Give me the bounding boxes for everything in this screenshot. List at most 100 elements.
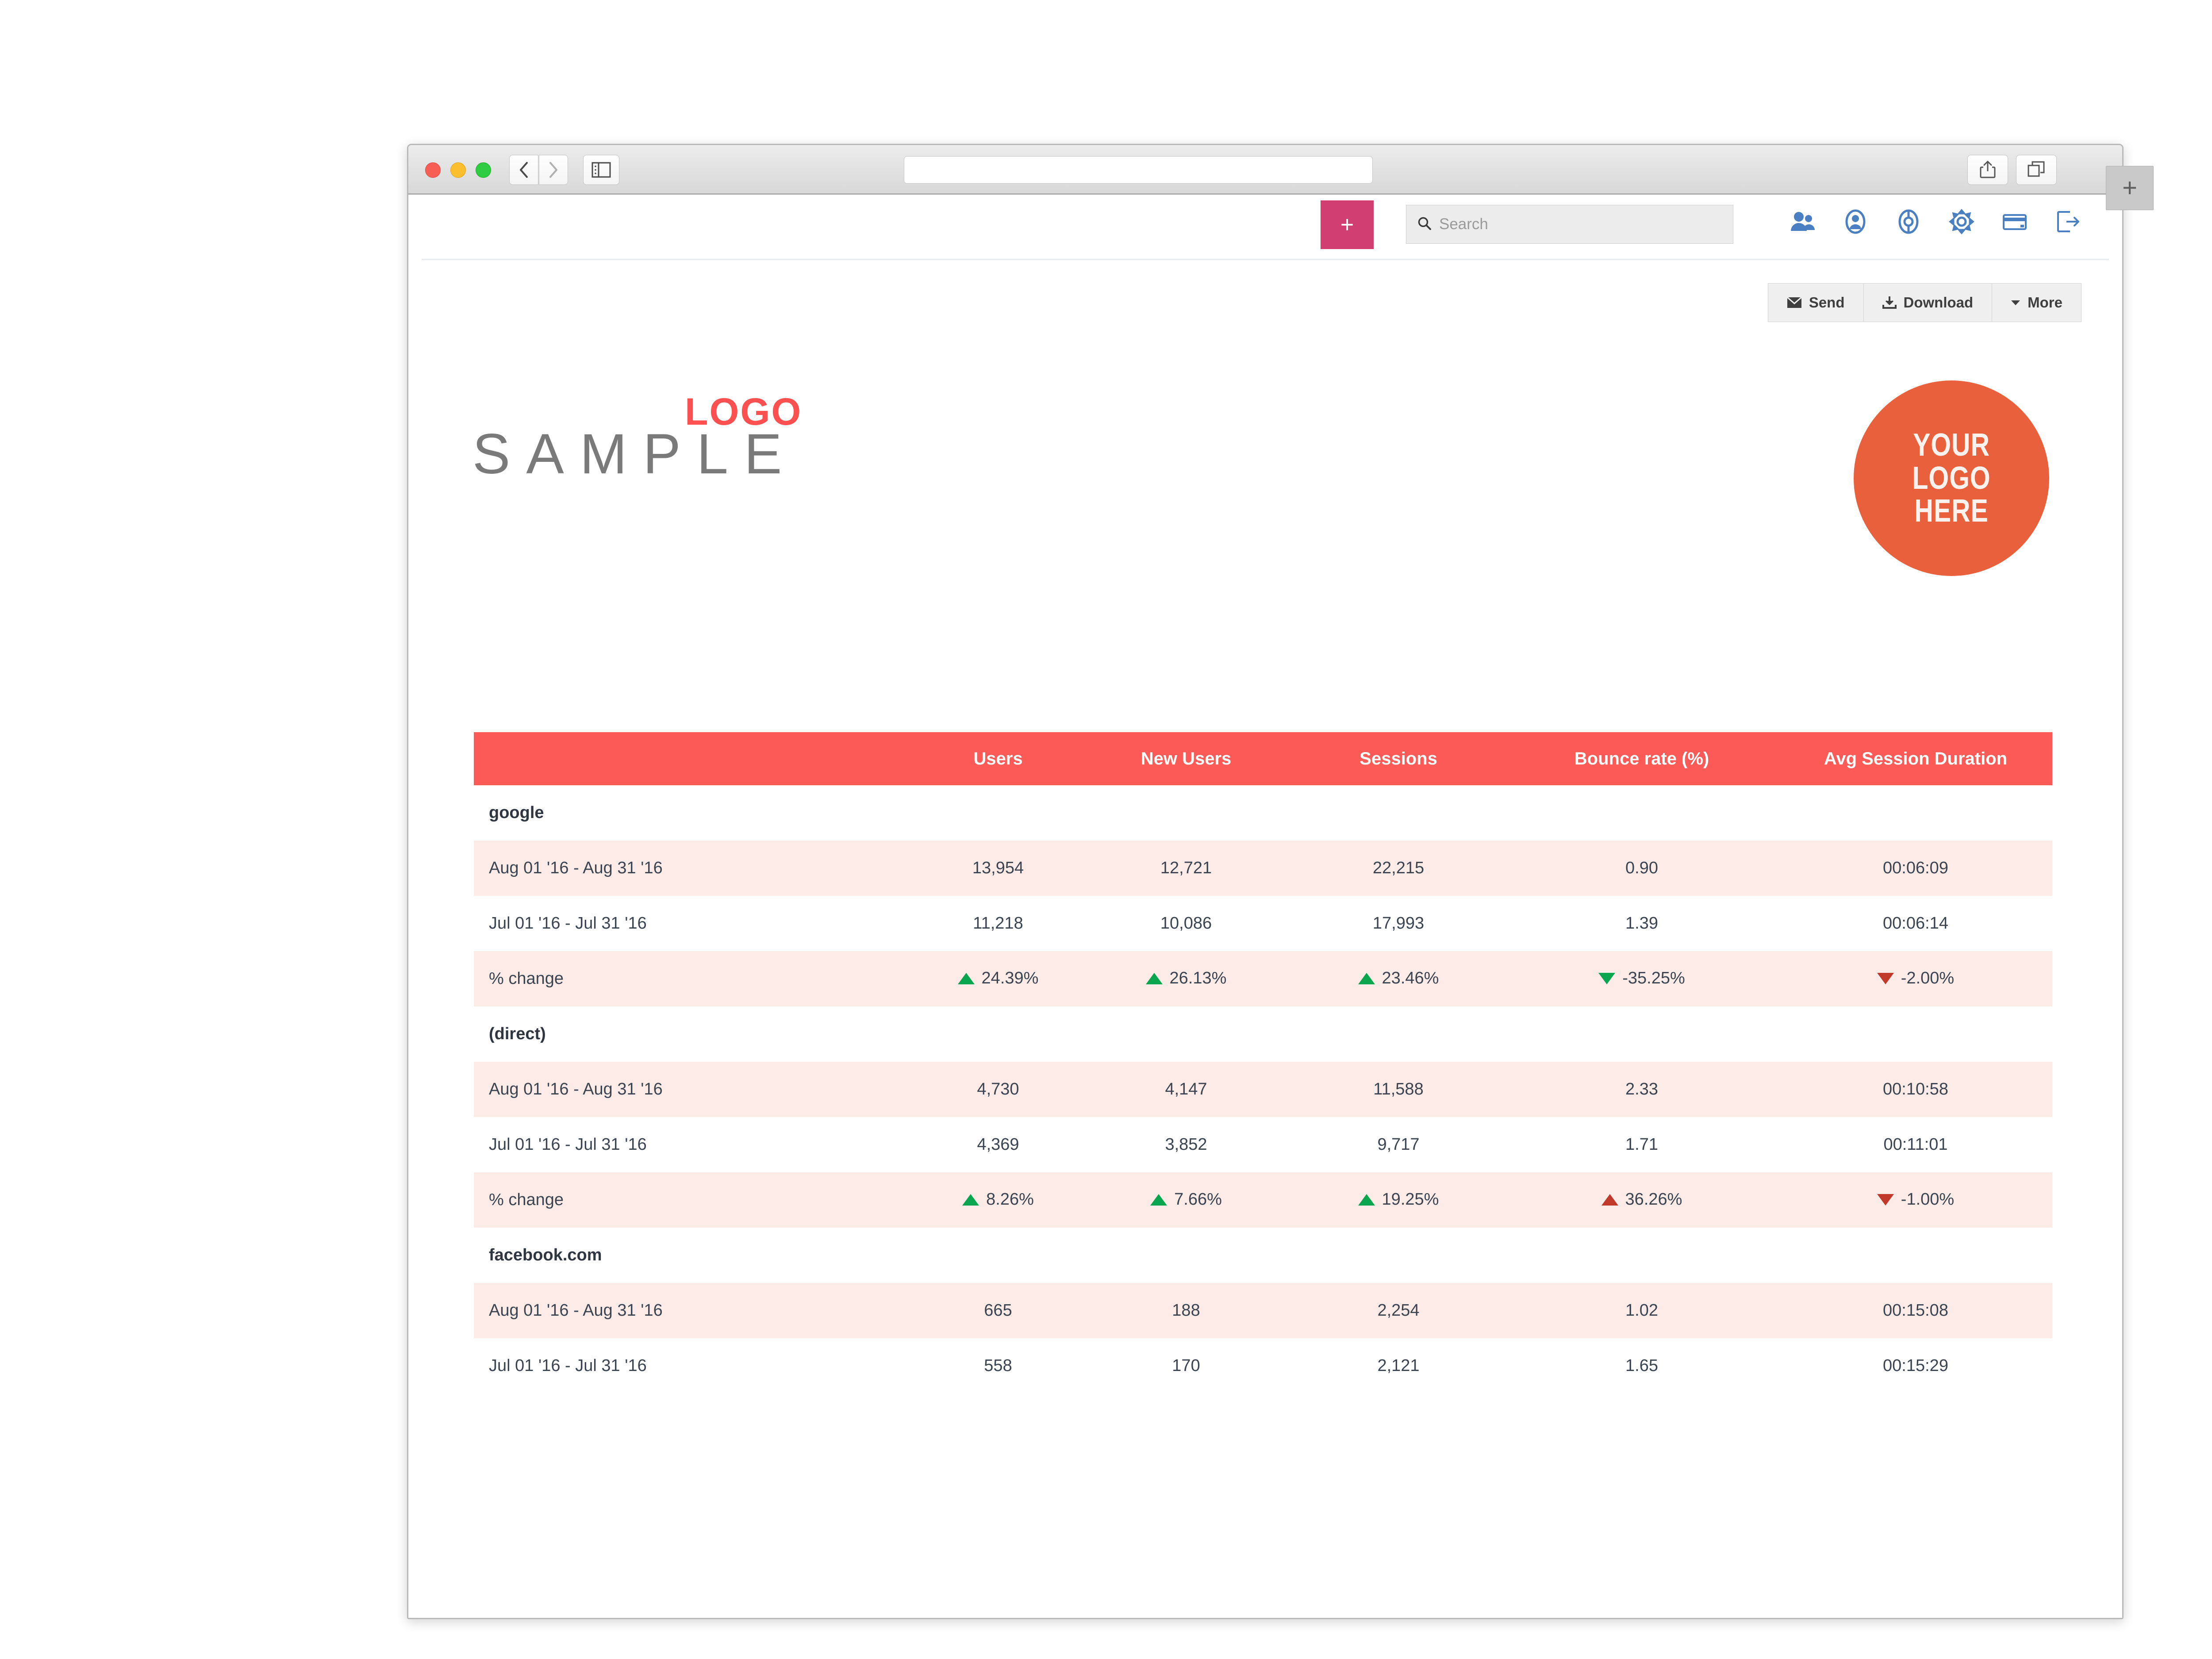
table-row-label: Jul 01 '16 - Jul 31 '16 [489,1356,647,1375]
download-icon [1882,296,1897,309]
table-cell-sessions: 9,717 [1377,1135,1420,1154]
table-cell-duration: 00:15:08 [1883,1301,1948,1320]
add-button[interactable]: + [1321,200,1374,249]
table-row: Aug 01 '16 - Aug 31 '16 13,954 12,721 22,21… [474,841,2052,896]
delta-value: -1.00% [1901,1190,1955,1209]
table-cell-bounce: 1.65 [1625,1356,1658,1375]
tab-overview-icon [2027,160,2046,180]
table-row-label: Jul 01 '16 - Jul 31 '16 [489,1135,647,1154]
share-button[interactable] [1967,155,2008,185]
table-cell-new-users: 3,852 [1165,1135,1207,1154]
download-label: Download [1903,294,1974,311]
chevron-down-icon [2011,299,2020,306]
delta-value: -35.25% [1622,969,1685,988]
tab-overview-button[interactable] [2016,155,2057,185]
delta-value: 23.46% [1382,969,1439,988]
table-group-label: facebook.com [489,1246,602,1264]
table-body: google Aug 01 '16 - Aug 31 '16 13,954 12,72… [474,785,2052,1394]
settings-gear-icon[interactable] [1948,208,1975,235]
table-group-row: google [474,785,2052,841]
table-cell-duration: -2.00% [1779,969,2052,989]
new-tab-button[interactable]: + [2106,166,2154,210]
table-cell-bounce: 1.02 [1625,1301,1658,1320]
trend-up-icon [962,1194,979,1206]
table-row: % change 8.26% 7.66% 19.25% 36.26% -1.00% [474,1172,2052,1228]
table-cell-new-users: 12,721 [1160,859,1212,877]
table-cell-users: 8.26% [916,1190,1080,1210]
table-row: Jul 01 '16 - Jul 31 '16 558 170 2,121 1.65 00… [474,1338,2052,1394]
back-button[interactable] [509,155,538,185]
table-row-label: Aug 01 '16 - Aug 31 '16 [489,859,663,877]
table-row-label: % change [489,969,564,988]
table-cell-users: 11,218 [973,914,1023,933]
users-icon[interactable] [1789,208,1816,235]
table-group-label: google [489,803,544,822]
table-cell-bounce: 2.33 [1625,1080,1658,1098]
table-cell-sessions: 23.46% [1292,969,1505,989]
table-cell-duration: 00:06:09 [1883,859,1948,877]
chevron-left-icon [518,161,530,179]
table-cell-sessions: 19.25% [1292,1190,1505,1210]
envelope-icon [1786,297,1802,308]
table-header-row: Users New Users Sessions Bounce rate (%)… [474,732,2052,785]
table-row-label: Aug 01 '16 - Aug 31 '16 [489,1301,663,1320]
minimize-window-button[interactable] [450,162,466,178]
table-cell-users: 13,954 [972,859,1024,877]
billing-card-icon[interactable] [2001,208,2028,235]
trend-up-icon [1150,1194,1167,1206]
table-cell-users: 4,369 [977,1135,1019,1154]
table-row-label: Aug 01 '16 - Aug 31 '16 [489,1080,663,1098]
table-row: Jul 01 '16 - Jul 31 '16 11,218 10,086 17,99… [474,896,2052,951]
account-icon[interactable] [1842,208,1869,235]
table-cell-duration: 00:15:29 [1883,1356,1948,1375]
page-content: + Search Send Download More LOGO SAMPLE … [408,195,2122,1618]
table-cell-sessions: 17,993 [1372,914,1425,933]
send-button[interactable]: Send [1768,284,1864,322]
table-cell-new-users: 188 [1172,1301,1200,1320]
toolbar-divider [422,259,2109,260]
table-cell-new-users: 26.13% [1080,969,1292,989]
table-row: Jul 01 '16 - Jul 31 '16 4,369 3,852 9,717 1.… [474,1117,2052,1172]
sidebar-toggle-button[interactable] [583,155,619,185]
trend-down-icon [1877,1194,1894,1206]
table-cell-bounce: 1.71 [1625,1135,1658,1154]
table-cell-new-users: 7.66% [1080,1190,1292,1210]
table-cell-new-users: 10,086 [1160,914,1212,933]
table-row: Aug 01 '16 - Aug 31 '16 665 188 2,254 1.02 00… [474,1283,2052,1338]
delta-value: 7.66% [1174,1190,1222,1209]
close-window-button[interactable] [425,162,441,178]
url-address-bar[interactable] [904,156,1373,184]
report-branding: LOGO SAMPLE YOUR LOGO HERE [408,380,2122,628]
table-group-row: facebook.com [474,1228,2052,1283]
badge-line-1: YOUR [1913,427,1990,463]
table-cell-users: 665 [984,1301,1012,1320]
your-logo-here-badge: YOUR LOGO HERE [1854,380,2049,576]
table-cell-users: 4,730 [977,1080,1019,1098]
help-icon[interactable] [1895,208,1922,235]
delta-value: 36.26% [1625,1190,1682,1209]
toolbar-icon-row [1789,208,2081,235]
table-cell-duration: -1.00% [1779,1190,2052,1210]
table-cell-duration: 00:10:58 [1883,1080,1948,1098]
forward-button[interactable] [539,155,568,185]
search-placeholder-text: Search [1439,215,1488,233]
trend-down-icon [1877,972,1894,984]
delta-value: 19.25% [1382,1190,1439,1209]
delta-value: 24.39% [981,969,1039,988]
search-input[interactable]: Search [1406,205,1733,244]
browser-window: + Search Send Download More LOGO SAMPLE … [407,144,2124,1619]
table-cell-sessions: 11,588 [1373,1080,1424,1098]
table-cell-users: 24.39% [916,969,1080,989]
trend-up-icon [1358,1194,1375,1206]
download-button[interactable]: Download [1863,284,1993,322]
sample-word-text: SAMPLE [472,422,798,486]
send-label: Send [1809,294,1845,311]
table-cell-bounce: -35.25% [1505,969,1779,989]
table-cell-sessions: 22,215 [1372,859,1425,877]
more-button[interactable]: More [1992,284,2081,322]
maximize-window-button[interactable] [476,162,491,178]
trend-up-icon [957,972,975,984]
table-cell-bounce: 36.26% [1505,1190,1779,1210]
table-cell-sessions: 2,121 [1377,1356,1420,1375]
logout-icon[interactable] [2054,208,2081,235]
